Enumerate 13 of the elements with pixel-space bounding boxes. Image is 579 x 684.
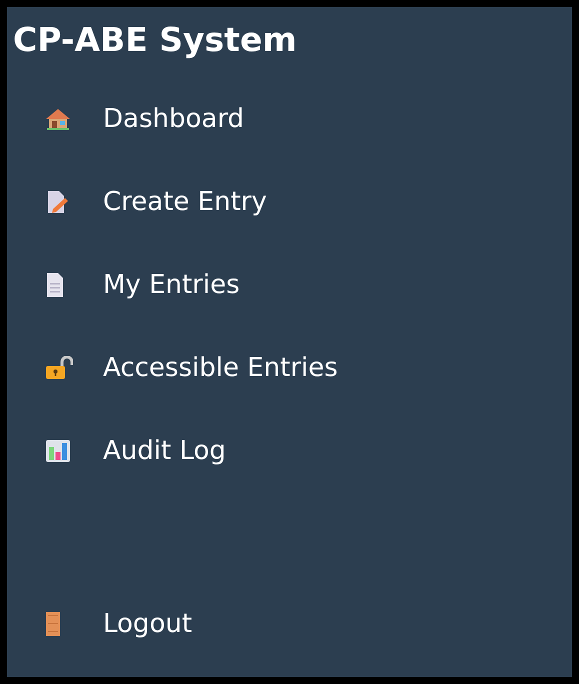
house-icon [45,107,71,131]
sidebar-title: CP-ABE System [12,19,297,56]
door-icon [45,611,61,637]
unlocked-padlock-icon [45,356,73,380]
nav-link[interactable]: Dashboard [7,100,244,138]
document-icon [45,272,65,298]
nav-link[interactable]: Accessible Entries [7,349,338,387]
bar-chart-icon [45,439,71,463]
nav-link[interactable]: Audit Log [7,432,226,470]
nav-link[interactable]: My Entries [7,266,240,304]
document-pencil-icon [45,189,69,215]
nav-link[interactable]: Logout [7,605,192,643]
nav-link[interactable]: Create Entry [7,183,267,221]
